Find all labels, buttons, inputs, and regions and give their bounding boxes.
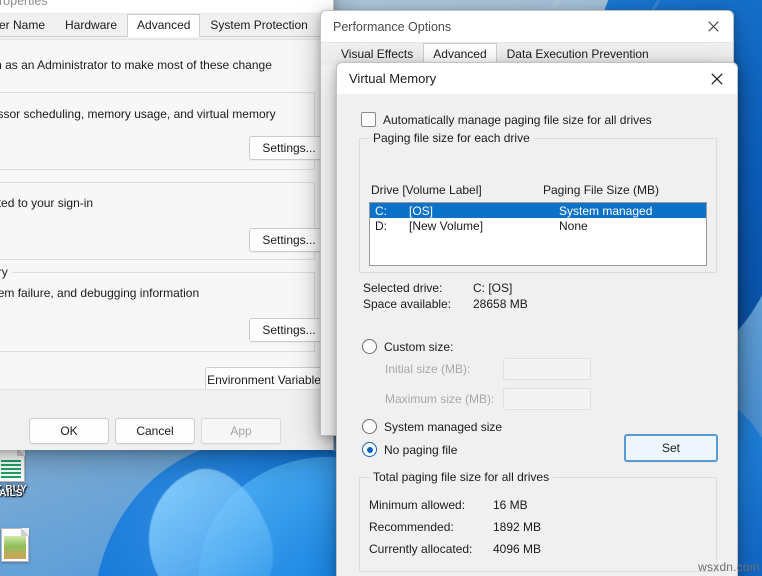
close-icon[interactable]	[697, 63, 737, 94]
total-paging-file-legend: Total paging file size for all drives	[369, 470, 554, 484]
close-icon[interactable]	[693, 11, 733, 42]
system-properties-ok-button[interactable]: OK	[29, 418, 109, 444]
admin-note: ust be logged on as an Administrator to …	[0, 58, 272, 72]
paging-drive-list[interactable]: C: [OS] System managed D: [New Volume] N…	[369, 202, 707, 266]
minimum-allowed-label: Minimum allowed:	[369, 498, 466, 512]
system-managed-size-radio-row[interactable]: System managed size	[362, 419, 502, 434]
no-paging-file-label: No paging file	[384, 442, 458, 457]
drive-paging-size: System managed	[559, 203, 653, 218]
performance-settings-button[interactable]: Settings...	[249, 136, 329, 160]
screen: K BUY AILS roperties er Name Hardware Ad…	[0, 0, 762, 576]
system-properties-window[interactable]: roperties er Name Hardware Advanced Syst…	[0, 0, 370, 450]
drive-volume-label: [OS]	[409, 203, 434, 218]
system-managed-size-label: System managed size	[384, 419, 503, 434]
currently-allocated-value: 4096 MB	[493, 542, 542, 556]
auto-manage-paging-checkbox[interactable]	[361, 112, 376, 127]
watermark: wsxdn.com	[698, 560, 760, 574]
performance-options-titlebar: Performance Options	[321, 11, 733, 43]
space-available-label: Space available:	[363, 297, 452, 311]
paging-column-drive-header: Drive [Volume Label]	[371, 183, 482, 197]
custom-size-radio[interactable]	[362, 339, 377, 354]
tab-system-protection[interactable]: System Protection	[200, 14, 317, 36]
system-properties-tabpage: ust be logged on as an Administrator to …	[0, 39, 333, 392]
tab-advanced[interactable]: Advanced	[127, 14, 201, 37]
system-properties-cancel-button[interactable]: Cancel	[115, 418, 195, 444]
system-properties-tabs[interactable]: er Name Hardware Advanced System Protect…	[0, 14, 370, 37]
auto-manage-paging-label: Automatically manage paging file size fo…	[383, 112, 652, 127]
recommended-label: Recommended:	[369, 520, 454, 534]
startup-recovery-legend: up and Recovery	[0, 265, 12, 279]
maximum-size-input[interactable]	[503, 388, 591, 410]
paging-column-size-header: Paging File Size (MB)	[543, 183, 660, 197]
selected-drive-value: C: [OS]	[473, 281, 513, 295]
system-properties-footer: OK Cancel App	[0, 389, 333, 450]
virtual-memory-dialog[interactable]: Virtual Memory Automatically manage pagi…	[336, 62, 738, 576]
system-managed-size-radio[interactable]	[362, 419, 377, 434]
startup-recovery-description: em startup, system failure, and debuggin…	[0, 286, 200, 300]
drive-letter: D:	[375, 218, 387, 233]
selected-drive-label: Selected drive:	[363, 281, 443, 295]
auto-manage-paging-checkbox-row[interactable]: Automatically manage paging file size fo…	[361, 112, 652, 127]
system-properties-apply-button: App	[201, 418, 281, 444]
minimum-allowed-value: 16 MB	[493, 498, 528, 512]
table-row[interactable]: C: [OS] System managed	[370, 203, 706, 218]
set-button[interactable]: Set	[624, 434, 718, 462]
drive-paging-size: None	[559, 218, 588, 233]
virtual-memory-body: Automatically manage paging file size fo…	[337, 94, 737, 576]
performance-options-title: Performance Options	[333, 19, 452, 34]
maximum-size-label: Maximum size (MB):	[385, 392, 495, 406]
initial-size-label: Initial size (MB):	[385, 362, 471, 376]
space-available-value: 28658 MB	[473, 297, 528, 311]
desktop-icon-3[interactable]	[0, 528, 42, 562]
desktop-icon-2[interactable]: AILS	[0, 486, 38, 500]
custom-size-radio-row[interactable]: Custom size:	[362, 339, 453, 354]
no-paging-file-radio-row[interactable]: No paging file	[362, 442, 457, 457]
user-profiles-description: top settings related to your sign-in	[0, 196, 94, 210]
no-paging-file-radio[interactable]	[362, 442, 377, 457]
system-properties-title: roperties	[0, 0, 48, 8]
user-profiles-settings-button[interactable]: Settings...	[249, 228, 329, 252]
initial-size-input[interactable]	[503, 358, 591, 380]
image-file-icon	[1, 528, 29, 562]
custom-size-label: Custom size:	[384, 339, 454, 354]
drive-volume-label: [New Volume]	[409, 218, 484, 233]
startup-recovery-settings-button[interactable]: Settings...	[249, 318, 329, 342]
currently-allocated-label: Currently allocated:	[369, 542, 473, 556]
recommended-value: 1892 MB	[493, 520, 542, 534]
paging-file-size-legend: Paging file size for each drive	[369, 131, 534, 145]
system-properties-titlebar: roperties	[0, 0, 333, 14]
virtual-memory-title: Virtual Memory	[349, 71, 437, 86]
tab-computer-name[interactable]: er Name	[0, 14, 55, 36]
drive-letter: C:	[375, 203, 387, 218]
spreadsheet-file-icon	[0, 448, 25, 482]
table-row[interactable]: D: [New Volume] None	[370, 218, 706, 233]
tab-hardware[interactable]: Hardware	[55, 14, 127, 36]
desktop-icon-label: AILS	[0, 488, 23, 499]
virtual-memory-titlebar: Virtual Memory	[337, 63, 737, 95]
performance-description: al effects, processor scheduling, memory…	[0, 107, 276, 121]
